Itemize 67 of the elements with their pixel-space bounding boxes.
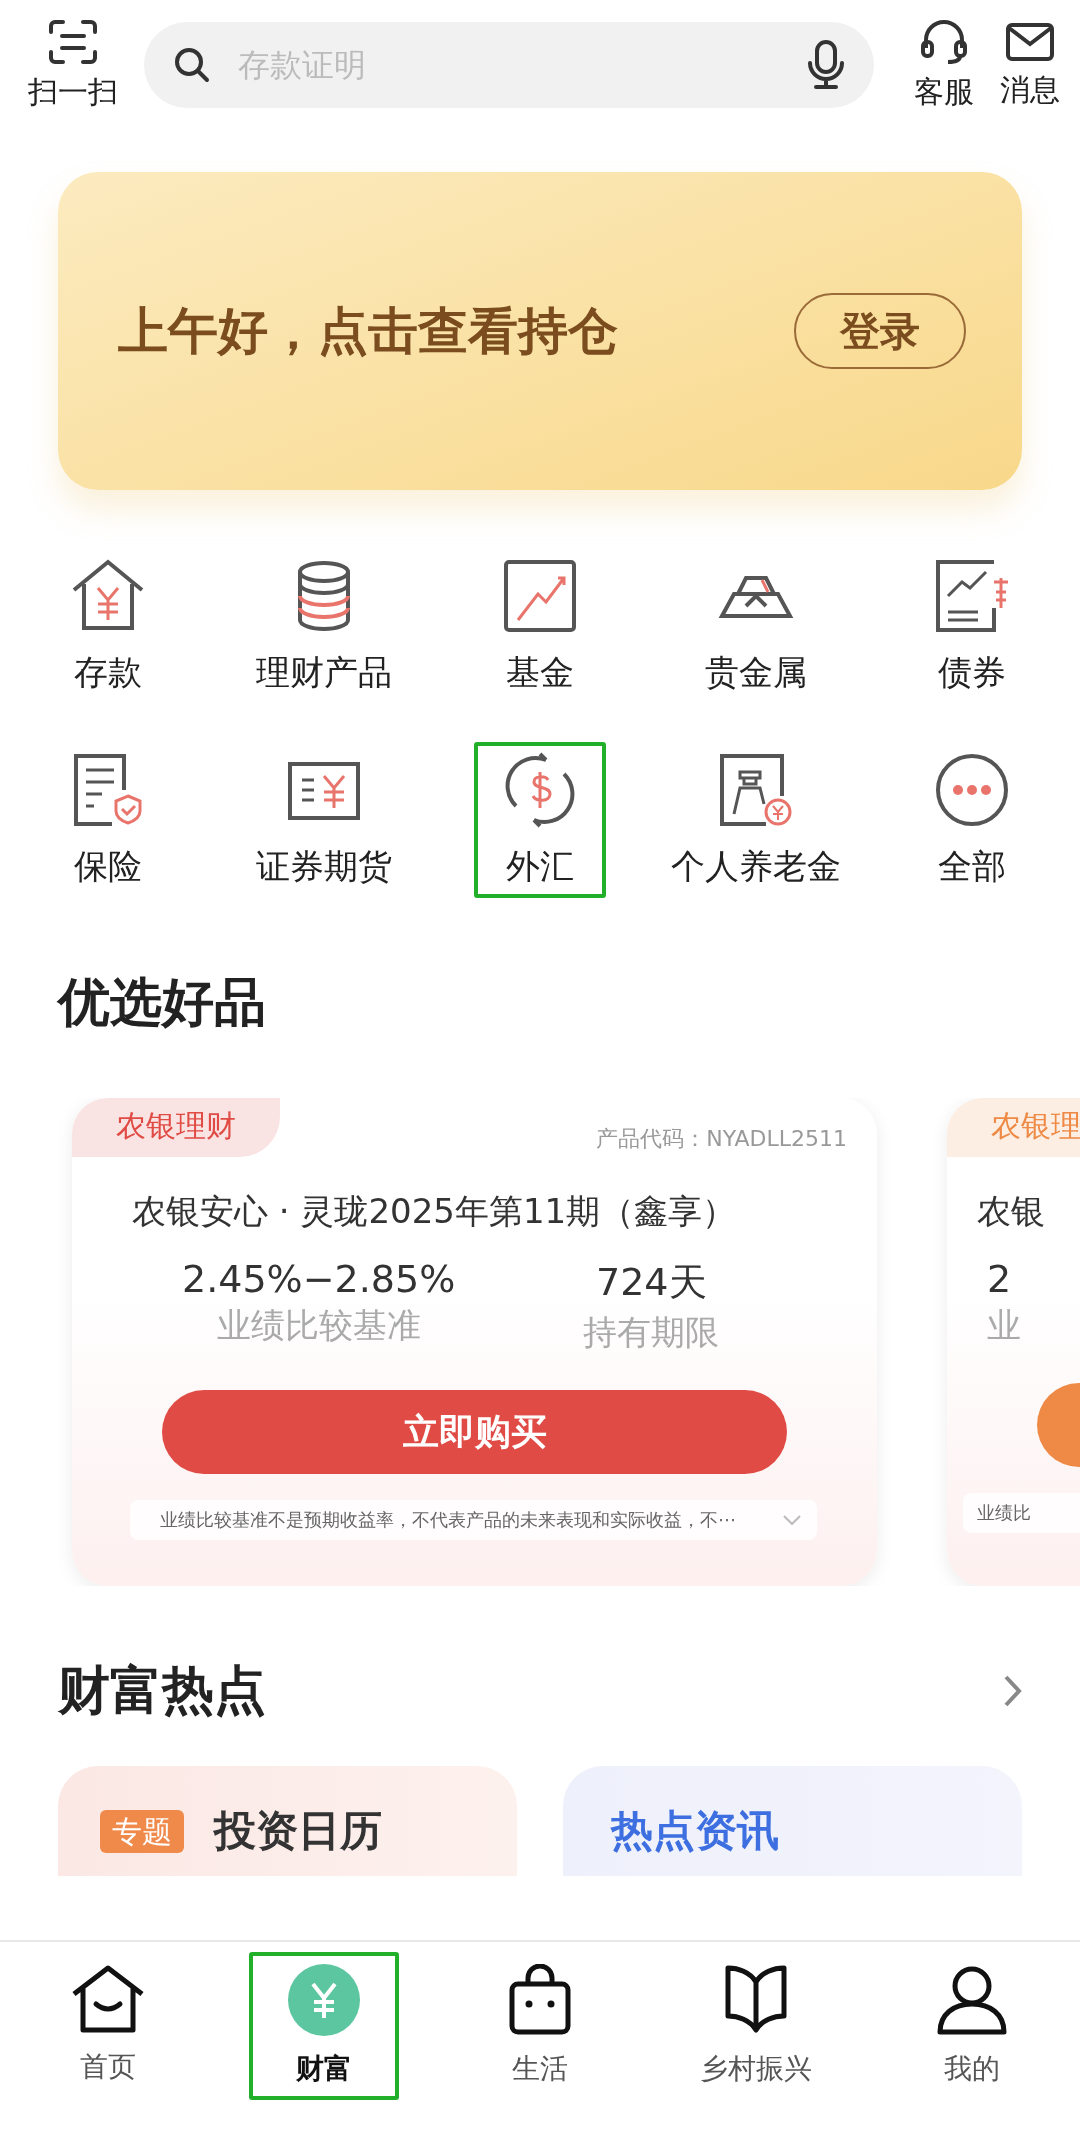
category-label: 存款 [74,651,142,694]
category-item[interactable]: 全部 [922,742,1022,898]
category-item[interactable]: 存款 [58,548,158,704]
service-label[interactable]: 客服 [914,71,974,113]
login-button[interactable]: 登录 [794,293,966,369]
disclaimer-bar[interactable]: 业绩比 [963,1493,1080,1533]
disclaimer-text: 业绩比 [977,1501,1031,1525]
rate-value: 2.45%−2.85% [182,1257,456,1301]
hot-card-title: 投资日历 [214,1805,382,1857]
rate-label: 业绩比较基准 [216,1304,421,1347]
scan-label[interactable]: 扫一扫 [28,71,118,113]
hot-card-title: 热点资讯 [611,1805,779,1857]
section-title: 优选好品 [58,971,267,1034]
category-label: 基金 [506,651,574,694]
nav-tab[interactable]: 生活 [465,1952,615,2100]
category-item[interactable]: 基金 [490,548,590,704]
rate-label: 业 [987,1304,1021,1347]
nav-tab[interactable]: 我的 [897,1952,1047,2100]
category-item[interactable]: 个人养老金 [661,742,851,898]
home-icon [70,1964,146,2034]
issuer-tag: 农银理 [947,1098,1080,1157]
rate-value: 2 [987,1257,1012,1301]
person-icon [936,1964,1008,2036]
issuer-tag: 农银理财 [72,1098,280,1157]
section-title: 财富热点 [58,1659,266,1722]
category-item[interactable]: 证券期货 [246,742,402,898]
topic-badge: 专题 [100,1809,184,1853]
search-icon [172,45,212,85]
greeting-text: 上午好，点击查看持仓 [118,300,618,362]
holdings-banner[interactable]: 上午好，点击查看持仓 登录 [58,172,1022,490]
term-value: 724天 [596,1259,707,1306]
product-name: 农银安心 · 灵珑2025年第11期（鑫享） [132,1190,738,1233]
chevron-down-icon [783,1515,801,1525]
category-item[interactable]: 贵金属 [695,548,817,704]
category-label: 个人养老金 [671,845,841,888]
shopping-bag-icon [508,1964,572,2036]
category-label: 理财产品 [256,651,392,694]
product-card[interactable]: 农银理财 产品代码：NYADLL2511 农银安心 · 灵珑2025年第11期（鑫享） 2.45%−2.85% 业绩比较基准 724天 持有期限 立即购买 业绩比较基准不是预期收益率，不代表产品的未来表现和实际收益，不⋯ [72,1098,877,1586]
category-item[interactable]: 理财产品 [246,548,402,704]
category-label: 证券期货 [256,845,392,888]
yuan-coin-icon [288,1964,360,2036]
category-label: 保险 [74,845,142,888]
nav-tab[interactable]: 财富 [249,1952,399,2100]
disclaimer-bar[interactable]: 业绩比较基准不是预期收益率，不代表产品的未来表现和实际收益，不⋯ [130,1500,817,1540]
headset-icon[interactable] [919,17,969,66]
hot-card[interactable]: 专题 投资日历 [58,1766,517,1876]
category-label: 债券 [938,651,1006,694]
category-label: 全部 [938,845,1006,888]
term-label: 持有期限 [583,1311,720,1354]
category-label: 外汇 [506,845,574,888]
product-card[interactable]: 农银理 农银 2 业 业绩比 [947,1098,1080,1586]
product-code: 产品代码：NYADLL2511 [596,1125,847,1153]
category-label: 贵金属 [705,651,807,694]
scan-icon[interactable] [47,17,99,66]
category-item[interactable]: 保险 [58,742,158,898]
chevron-right-icon[interactable] [1004,1675,1022,1707]
category-item[interactable]: 债券 [922,548,1022,704]
nav-tab[interactable]: 首页 [33,1952,183,2098]
highlighted-category[interactable]: 外汇 [474,742,606,898]
product-name: 农银 [977,1190,1046,1233]
nav-tab[interactable]: 乡村振兴 [681,1952,831,2100]
microphone-icon[interactable] [806,39,846,91]
buy-button[interactable]: 立即购买 [162,1390,787,1474]
hot-card[interactable]: 热点资讯 [563,1766,1022,1876]
open-book-icon [724,1964,788,2036]
disclaimer-text: 业绩比较基准不是预期收益率，不代表产品的未来表现和实际收益，不⋯ [160,1508,736,1532]
messages-label[interactable]: 消息 [1000,69,1060,111]
